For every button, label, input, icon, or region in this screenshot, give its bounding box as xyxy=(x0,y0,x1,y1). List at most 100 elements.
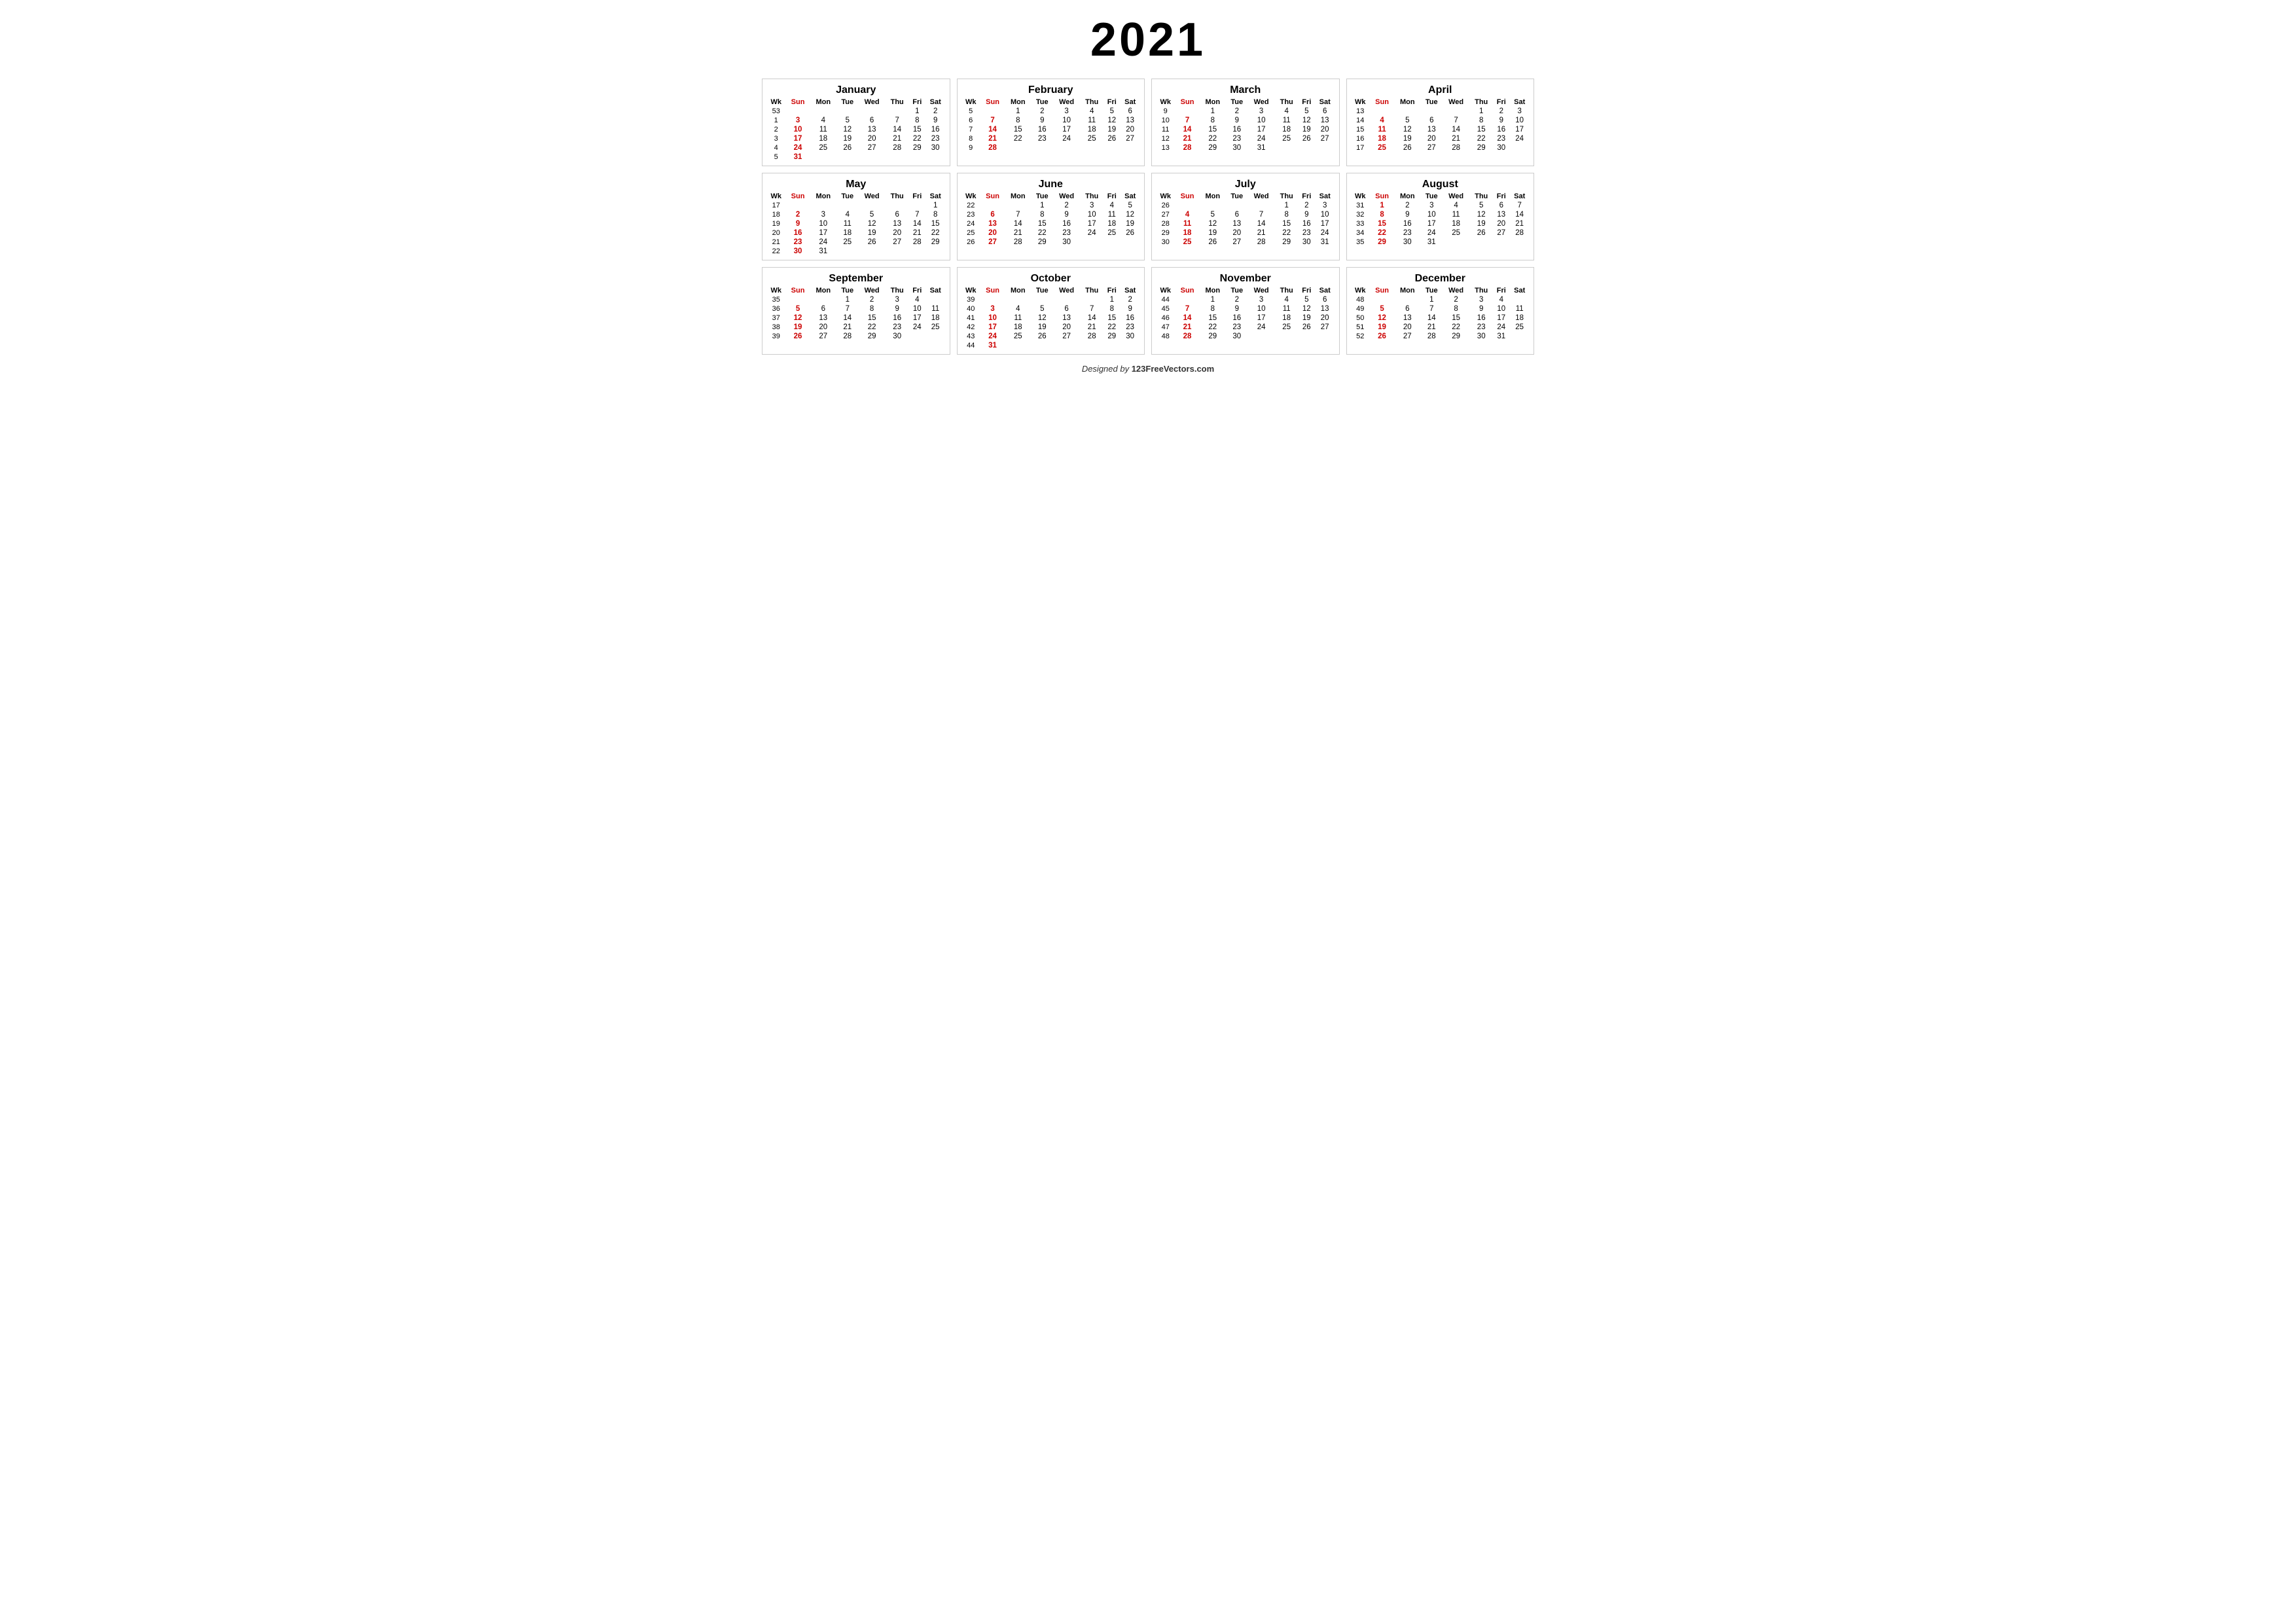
week-row: 4324252627282930 xyxy=(961,332,1141,341)
week-row: 424252627282930 xyxy=(766,143,946,152)
week-row: 48282930 xyxy=(1156,332,1335,341)
month-name: June xyxy=(961,176,1141,192)
week-row: 4721222324252627 xyxy=(1156,323,1335,332)
week-row: 3712131415161718 xyxy=(766,313,946,323)
week-row: 2918192021222324 xyxy=(1156,228,1335,238)
week-row: 1511121314151617 xyxy=(1351,125,1530,134)
week-row: 821222324252627 xyxy=(961,134,1141,143)
week-row: 714151617181920 xyxy=(961,125,1141,134)
week-row: 3422232425262728 xyxy=(1351,228,1530,238)
year-title: 2021 xyxy=(762,13,1534,67)
week-row: 678910111213 xyxy=(961,116,1141,125)
month-block-march: MarchWkSunMonTueWedThuFriSat912345610789… xyxy=(1151,79,1340,166)
calendar-grid: JanuaryWkSunMonTueWedThuFriSat5312134567… xyxy=(762,79,1534,355)
month-name: July xyxy=(1156,176,1335,192)
month-block-june: JuneWkSunMonTueWedThuFriSat2212345236789… xyxy=(957,173,1145,260)
week-row: 2811121314151617 xyxy=(1156,219,1335,228)
empty-row xyxy=(1351,247,1530,256)
empty-row xyxy=(1351,341,1530,350)
week-row: 5312 xyxy=(766,107,946,116)
week-row: 13456789 xyxy=(766,116,946,125)
month-block-august: AugustWkSunMonTueWedThuFriSat31123456732… xyxy=(1346,173,1535,260)
week-row: 311234567 xyxy=(1351,201,1530,210)
week-row: 2520212223242526 xyxy=(961,228,1141,238)
month-name: October xyxy=(961,270,1141,286)
week-row: 36567891011 xyxy=(766,304,946,313)
week-row: 199101112131415 xyxy=(766,219,946,228)
empty-row xyxy=(1351,152,1530,162)
week-row: 2745678910 xyxy=(1156,210,1335,219)
week-row: 35293031 xyxy=(1351,238,1530,247)
month-name: January xyxy=(766,82,946,98)
week-row: 9123456 xyxy=(1156,107,1335,116)
week-row: 3315161718192021 xyxy=(1351,219,1530,228)
week-row: 1618192021222324 xyxy=(1351,134,1530,143)
week-row: 3819202122232425 xyxy=(766,323,946,332)
week-row: 1445678910 xyxy=(1351,116,1530,125)
week-row: 4578910111213 xyxy=(1156,304,1335,313)
week-row: 392627282930 xyxy=(766,332,946,341)
empty-row xyxy=(1156,341,1335,350)
week-row: 4431 xyxy=(961,341,1141,350)
week-row: 5119202122232425 xyxy=(1351,323,1530,332)
week-row: 17252627282930 xyxy=(1351,143,1530,152)
month-name: March xyxy=(1156,82,1335,98)
week-row: 2016171819202122 xyxy=(766,228,946,238)
month-block-november: NovemberWkSunMonTueWedThuFriSat441234564… xyxy=(1151,267,1340,355)
week-row: 3025262728293031 xyxy=(1156,238,1335,247)
month-block-april: AprilWkSunMonTueWedThuFriSat131231445678… xyxy=(1346,79,1535,166)
week-row: 317181920212223 xyxy=(766,134,946,143)
week-row: 1328293031 xyxy=(1156,143,1335,152)
week-row: 403456789 xyxy=(961,304,1141,313)
week-row: 44123456 xyxy=(1156,295,1335,304)
week-row: 32891011121314 xyxy=(1351,210,1530,219)
month-block-september: SeptemberWkSunMonTueWedThuFriSat35123436… xyxy=(762,267,950,355)
week-row: 2413141516171819 xyxy=(961,219,1141,228)
week-row: 26123 xyxy=(1156,201,1335,210)
week-row: 236789101112 xyxy=(961,210,1141,219)
month-block-december: DecemberWkSunMonTueWedThuFriSat481234495… xyxy=(1346,267,1535,355)
week-row: 2627282930 xyxy=(961,238,1141,247)
week-row: 3912 xyxy=(961,295,1141,304)
month-name: December xyxy=(1351,270,1530,286)
week-row: 49567891011 xyxy=(1351,304,1530,313)
week-row: 5123456 xyxy=(961,107,1141,116)
week-row: 52262728293031 xyxy=(1351,332,1530,341)
month-name: August xyxy=(1351,176,1530,192)
week-row: 2123242526272829 xyxy=(766,238,946,247)
week-row: 351234 xyxy=(766,295,946,304)
month-name: May xyxy=(766,176,946,192)
month-name: February xyxy=(961,82,1141,98)
week-row: 171 xyxy=(766,201,946,210)
empty-row xyxy=(766,341,946,350)
week-row: 2212345 xyxy=(961,201,1141,210)
week-row: 928 xyxy=(961,143,1141,152)
week-row: 210111213141516 xyxy=(766,125,946,134)
week-row: 223031 xyxy=(766,247,946,256)
month-name: November xyxy=(1156,270,1335,286)
empty-row xyxy=(961,247,1141,256)
week-row: 1078910111213 xyxy=(1156,116,1335,125)
week-row: 182345678 xyxy=(766,210,946,219)
month-block-may: MayWkSunMonTueWedThuFriSat17118234567819… xyxy=(762,173,950,260)
empty-row xyxy=(1156,247,1335,256)
week-row: 4110111213141516 xyxy=(961,313,1141,323)
week-row: 4614151617181920 xyxy=(1156,313,1335,323)
footer: Designed by 123FreeVectors.com xyxy=(762,364,1534,374)
week-row: 1114151617181920 xyxy=(1156,125,1335,134)
month-name: April xyxy=(1351,82,1530,98)
week-row: 531 xyxy=(766,152,946,162)
month-block-july: JulyWkSunMonTueWedThuFriSat2612327456789… xyxy=(1151,173,1340,260)
week-row: 1221222324252627 xyxy=(1156,134,1335,143)
week-row: 4217181920212223 xyxy=(961,323,1141,332)
week-row: 481234 xyxy=(1351,295,1530,304)
footer-site: 123FreeVectors.com xyxy=(1132,364,1214,374)
week-row: 5012131415161718 xyxy=(1351,313,1530,323)
month-block-february: FebruaryWkSunMonTueWedThuFriSat512345667… xyxy=(957,79,1145,166)
month-block-january: JanuaryWkSunMonTueWedThuFriSat5312134567… xyxy=(762,79,950,166)
empty-row xyxy=(1156,152,1335,162)
month-block-october: OctoberWkSunMonTueWedThuFriSat3912403456… xyxy=(957,267,1145,355)
month-name: September xyxy=(766,270,946,286)
footer-prefix: Designed by xyxy=(1082,364,1132,374)
week-row: 13123 xyxy=(1351,107,1530,116)
